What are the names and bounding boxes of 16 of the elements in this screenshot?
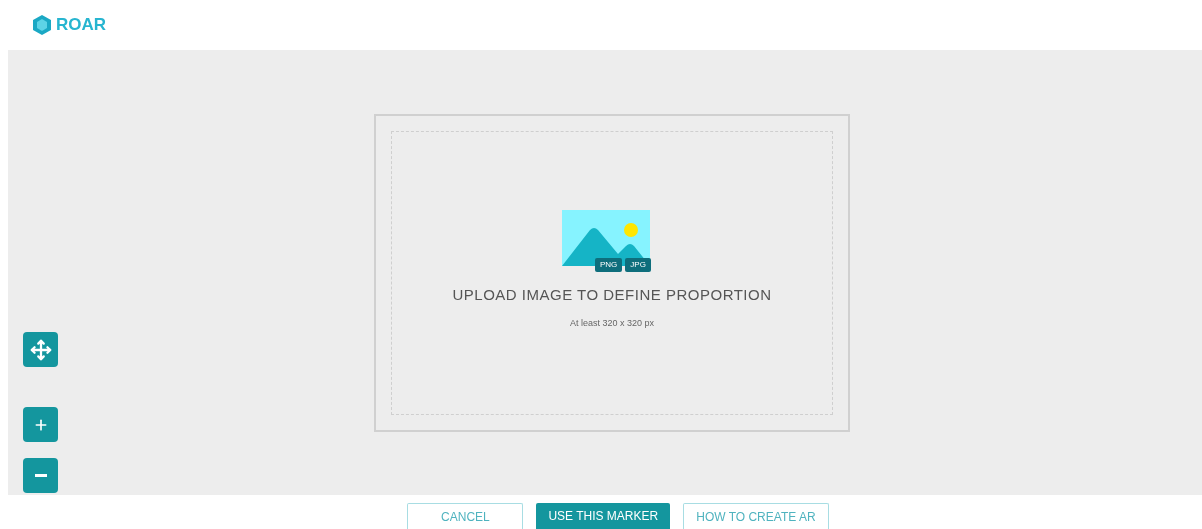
format-badge: JPG: [625, 258, 651, 272]
move-icon: [29, 338, 52, 361]
upload-title: UPLOAD IMAGE TO DEFINE PROPORTION: [452, 285, 772, 305]
zoom-in-button[interactable]: [23, 407, 58, 442]
upload-hint: At least 320 x 320 px: [569, 316, 655, 330]
image-placeholder-icon: [562, 210, 650, 266]
action-button[interactable]: USE THIS MARKER: [536, 503, 671, 529]
action-button[interactable]: HOW TO CREATE AR: [683, 503, 829, 529]
minus-icon: [34, 474, 47, 477]
logo-icon: [32, 14, 52, 36]
zoom-out-button[interactable]: [23, 458, 58, 493]
action-button[interactable]: CANCEL: [407, 503, 524, 529]
move-button[interactable]: [23, 332, 58, 367]
format-badge: PNG: [595, 258, 623, 272]
drop-zone[interactable]: PNG JPG UPLOAD IMAGE TO DEFINE PROPORTION At least 320 x 320 px: [391, 131, 833, 415]
logo-text: ROAR: [56, 14, 107, 37]
